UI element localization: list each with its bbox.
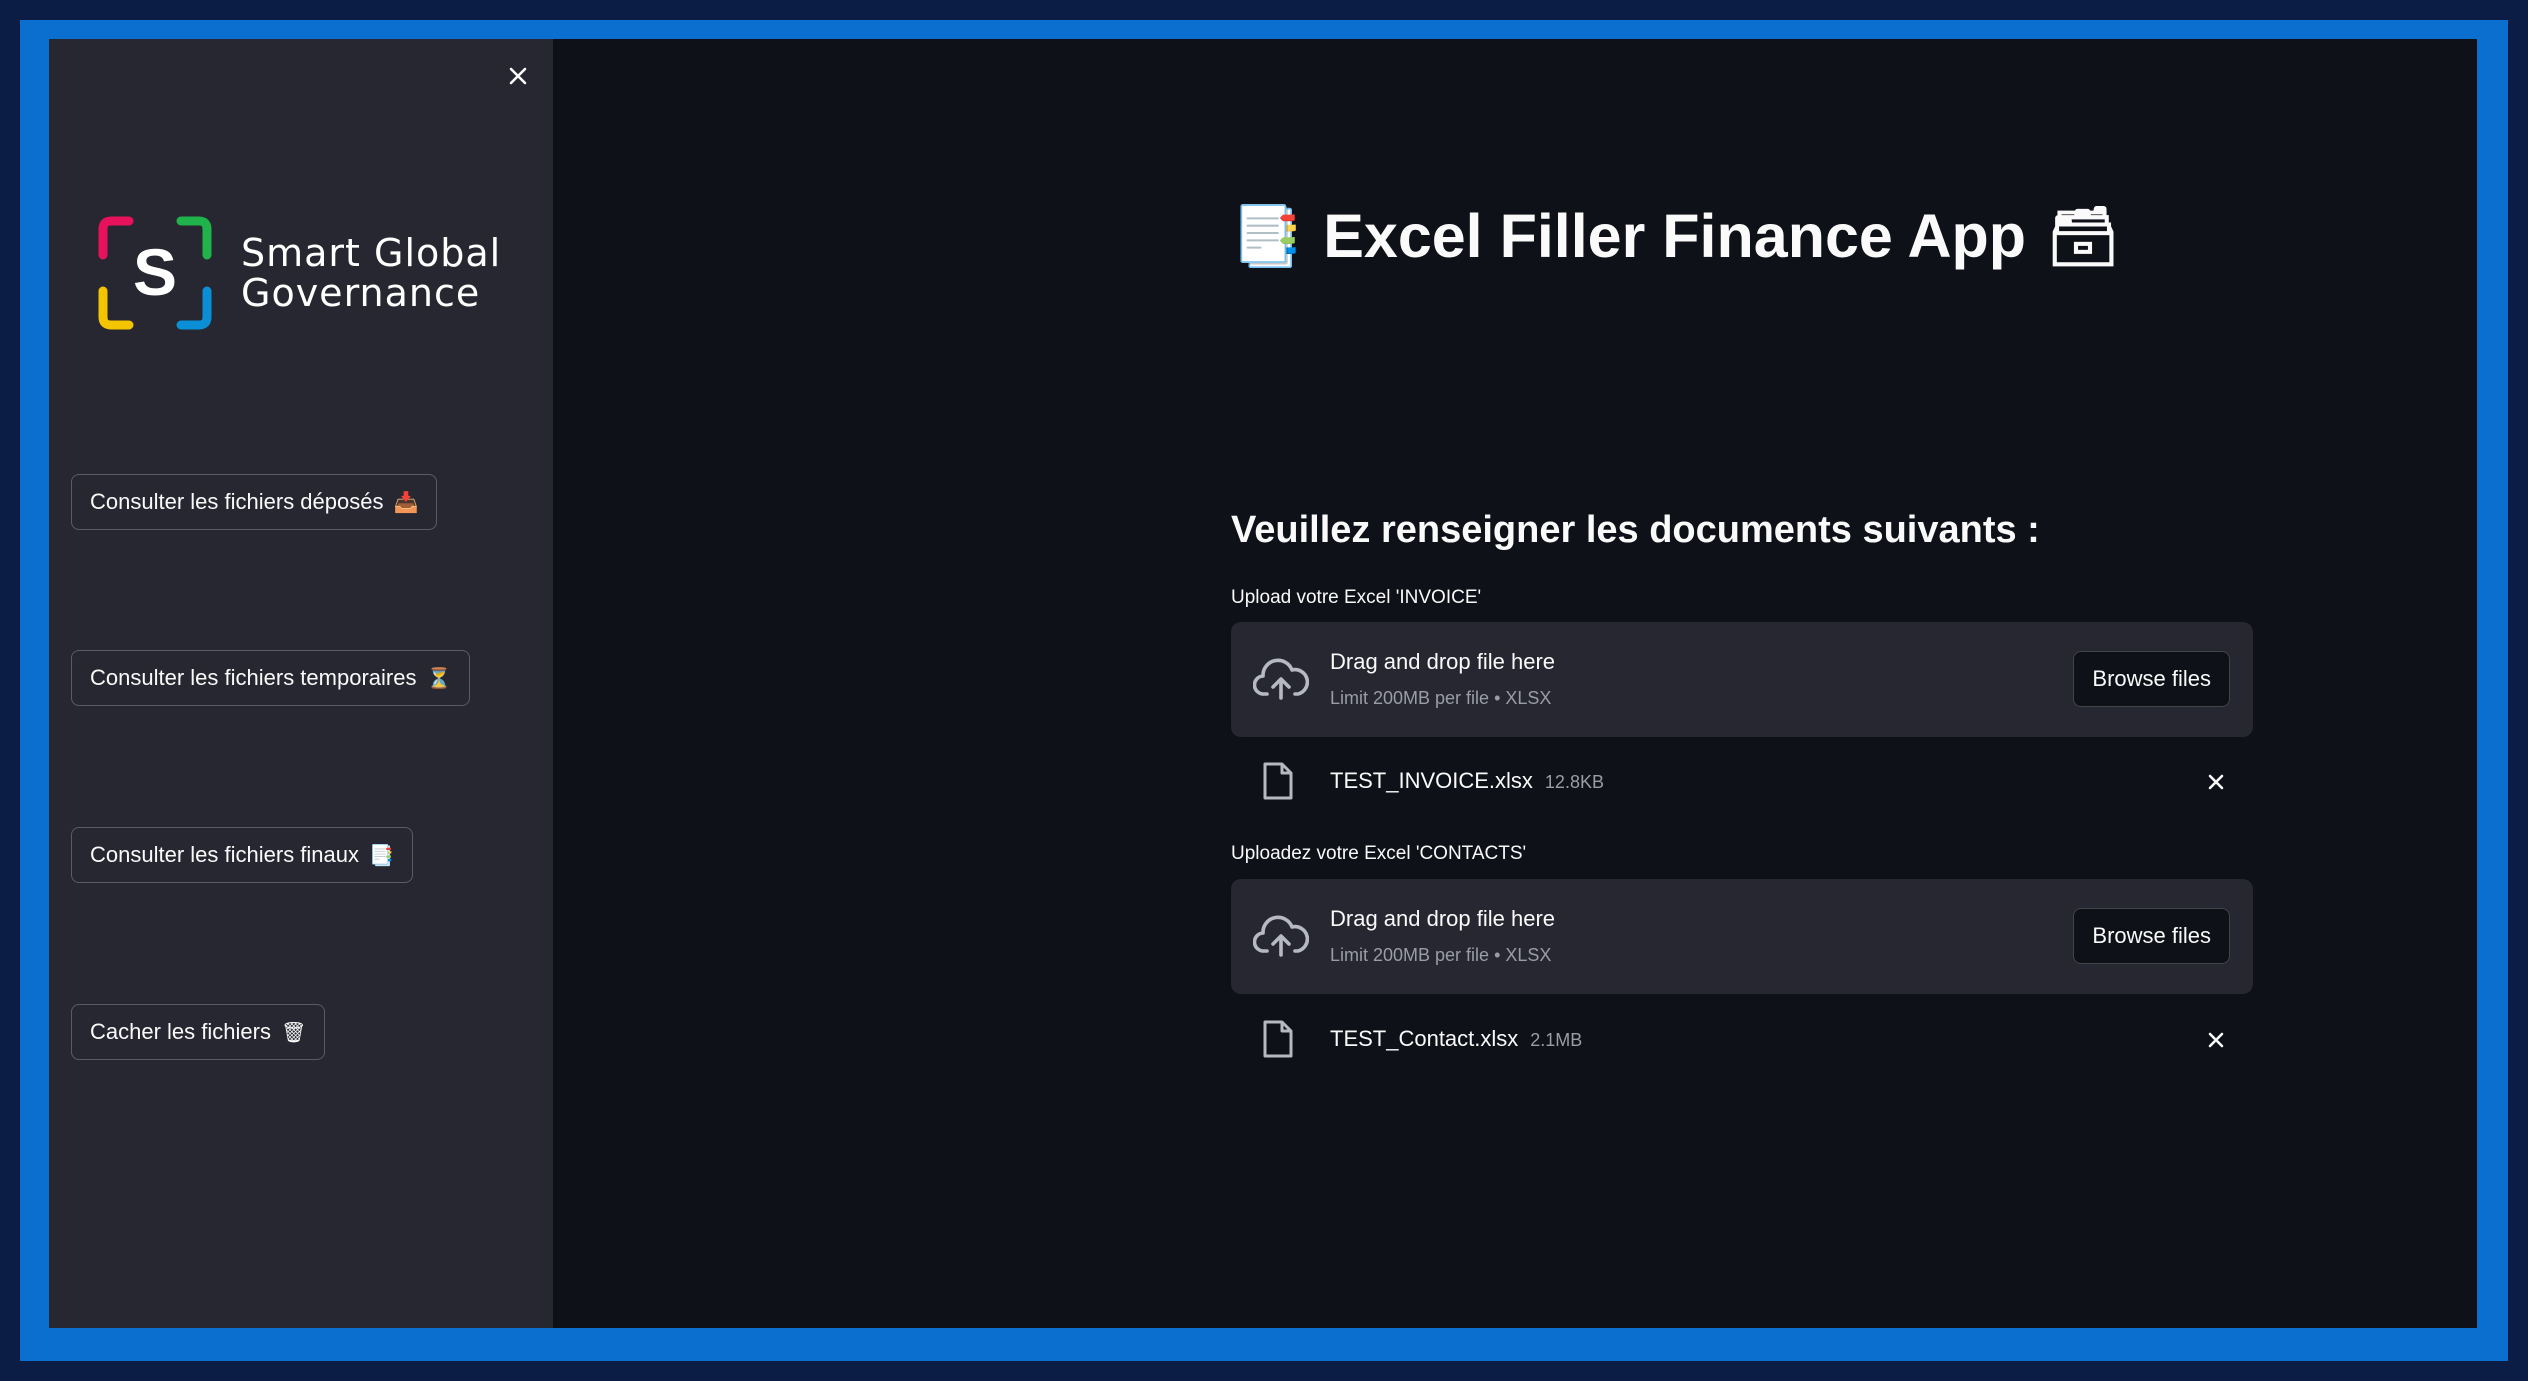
- dropzone-instructions: Drag and drop file here: [1330, 649, 1556, 674]
- contacts-upload-label: Uploadez votre Excel 'CONTACTS': [1231, 843, 1527, 864]
- logo-text: Smart Global Governance: [241, 233, 501, 313]
- browse-files-button[interactable]: Browse files: [2073, 908, 2230, 964]
- document-icon: 📑: [1231, 201, 1304, 270]
- invoice-dropzone[interactable]: Drag and drop file here Limit 200MB per …: [1231, 622, 2253, 737]
- close-icon: [509, 67, 527, 85]
- section-heading: Veuillez renseigner les documents suivan…: [1231, 509, 2040, 551]
- close-sidebar-button[interactable]: [499, 57, 537, 95]
- remove-file-button[interactable]: [2199, 1023, 2233, 1057]
- page-title-text: Excel Filler Finance App: [1323, 202, 2027, 270]
- view-temporary-files-button[interactable]: Consulter les fichiers temporaires ⏳: [71, 650, 471, 706]
- contacts-dropzone[interactable]: Drag and drop file here Limit 200MB per …: [1231, 879, 2253, 994]
- file-name-text: TEST_INVOICE.xlsx: [1330, 768, 1533, 793]
- sidebar: S Smart Global Governance Consulter les …: [49, 39, 553, 1328]
- browse-files-button[interactable]: Browse files: [2073, 651, 2230, 707]
- close-icon: [2208, 774, 2224, 790]
- app-window: S Smart Global Governance Consulter les …: [49, 39, 2477, 1328]
- company-logo: S Smart Global Governance: [97, 215, 501, 331]
- trash-icon: 🗑: [280, 1020, 307, 1044]
- file-size: 2.1MB: [1530, 1030, 1583, 1050]
- uploaded-file-name: TEST_Contact.xlsx 2.1MB: [1330, 1026, 1582, 1052]
- uploaded-file-row: TEST_INVOICE.xlsx 12.8KB: [1231, 751, 2253, 811]
- button-label: Consulter les fichiers temporaires: [90, 665, 417, 690]
- document-icon: 📑: [369, 843, 394, 867]
- file-cabinet-icon: 🗃: [2046, 201, 2120, 270]
- uploaded-file-name: TEST_INVOICE.xlsx 12.8KB: [1330, 768, 1604, 794]
- uploaded-file-row: TEST_Contact.xlsx 2.1MB: [1231, 1009, 2253, 1069]
- dropzone-instructions: Drag and drop file here: [1330, 906, 1556, 931]
- dropzone-limit-text: Limit 200MB per file • XLSX: [1330, 688, 1552, 708]
- inbox-tray-icon: 📥: [393, 490, 419, 514]
- invoice-upload-label: Upload votre Excel 'INVOICE': [1231, 587, 1482, 608]
- hourglass-icon: ⏳: [426, 666, 452, 690]
- page-title: 📑 Excel Filler Finance App 🗃: [1231, 201, 2120, 271]
- dropzone-limit-text: Limit 200MB per file • XLSX: [1330, 945, 1552, 965]
- cloud-upload-icon: [1253, 915, 1309, 957]
- view-uploaded-files-button[interactable]: Consulter les fichiers déposés 📥: [71, 474, 438, 530]
- hide-files-button[interactable]: Cacher les fichiers 🗑: [71, 1004, 326, 1060]
- button-label: Consulter les fichiers finaux: [90, 842, 360, 867]
- view-final-files-button[interactable]: Consulter les fichiers finaux 📑: [71, 827, 413, 883]
- remove-file-button[interactable]: [2199, 765, 2233, 799]
- logo-letter: S: [133, 235, 177, 309]
- file-size: 12.8KB: [1544, 772, 1604, 792]
- button-label: Cacher les fichiers: [90, 1019, 271, 1044]
- main-content: 📑 Excel Filler Finance App 🗃 Veuillez re…: [553, 39, 2477, 1328]
- logo-mark-icon: S: [98, 216, 212, 330]
- logo-line-1: Smart Global: [241, 231, 502, 275]
- logo-line-2: Governance: [241, 271, 481, 315]
- button-label: Consulter les fichiers déposés: [90, 489, 384, 514]
- file-icon: [1263, 762, 1293, 800]
- file-name-text: TEST_Contact.xlsx: [1330, 1026, 1519, 1051]
- close-icon: [2208, 1032, 2224, 1048]
- cloud-upload-icon: [1253, 658, 1309, 700]
- file-icon: [1263, 1020, 1293, 1058]
